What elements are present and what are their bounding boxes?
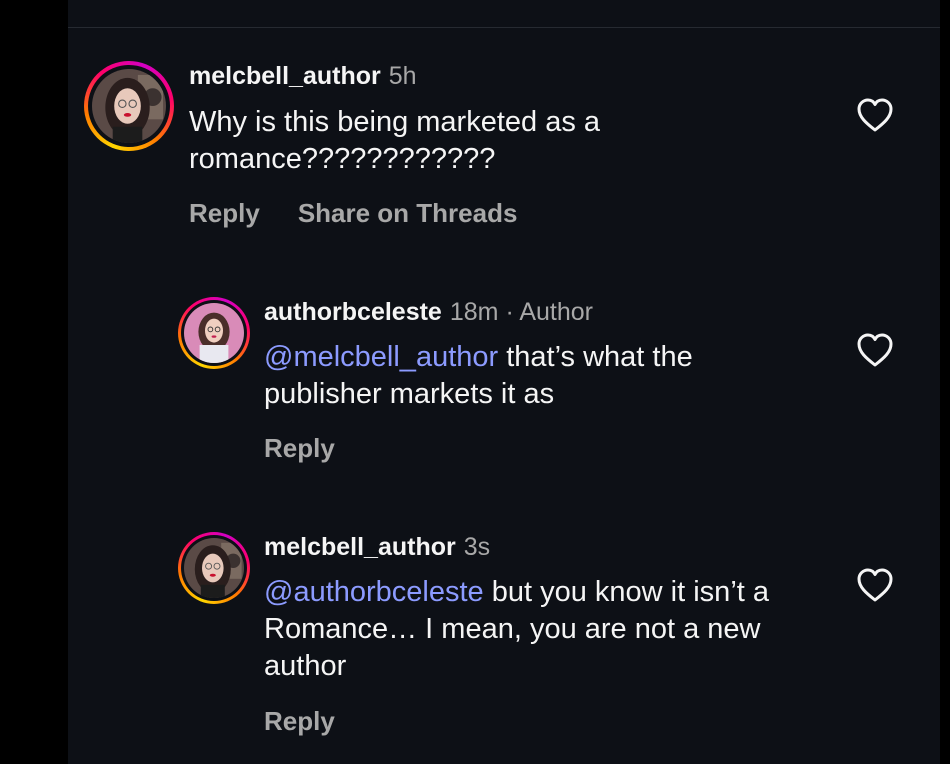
comment-actions: Reply (264, 706, 335, 737)
username[interactable]: authorbceleste (264, 298, 442, 326)
comment-text: Why is this being marketed as a romance?… (189, 104, 709, 178)
author-badge: · Author (505, 298, 593, 326)
avatar-photo (92, 69, 166, 143)
username[interactable]: melcbell_author (264, 533, 456, 561)
heart-outline-icon[interactable] (856, 567, 894, 603)
comment-text: @authorbceleste but you know it isn’t a … (264, 574, 784, 685)
timestamp: 5h (388, 62, 417, 90)
avatar-photo (184, 538, 244, 598)
comment-header: authorbceleste 18m · Author (264, 298, 593, 327)
comment-header: melcbell_author 3s (264, 533, 490, 562)
avatar[interactable] (84, 61, 174, 151)
heart-outline-icon[interactable] (856, 332, 894, 368)
reply-button[interactable]: Reply (189, 198, 260, 228)
avatar-photo (184, 303, 244, 363)
comment-text: @melcbell_author that’s what the publish… (264, 339, 784, 413)
heart-outline-icon[interactable] (856, 97, 894, 133)
divider (68, 27, 940, 28)
avatar[interactable] (178, 532, 250, 604)
comment-actions: Reply Share on Threads (189, 198, 517, 229)
timestamp: 18m (449, 298, 499, 326)
comment-header: melcbell_author 5h (189, 62, 417, 91)
mention-link[interactable]: @melcbell_author (264, 341, 498, 373)
timestamp: 3s (463, 533, 491, 561)
comment-actions: Reply (264, 433, 335, 464)
reply-button[interactable]: Reply (264, 433, 335, 463)
comments-panel: melcbell_author 5h Why is this being mark… (68, 0, 940, 764)
avatar[interactable] (178, 297, 250, 369)
mention-link[interactable]: @authorbceleste (264, 576, 484, 608)
reply-button[interactable]: Reply (264, 706, 335, 736)
comment-body: Why is this being marketed as a romance?… (189, 106, 601, 175)
username[interactable]: melcbell_author (189, 62, 381, 90)
share-on-threads-button[interactable]: Share on Threads (298, 198, 518, 228)
